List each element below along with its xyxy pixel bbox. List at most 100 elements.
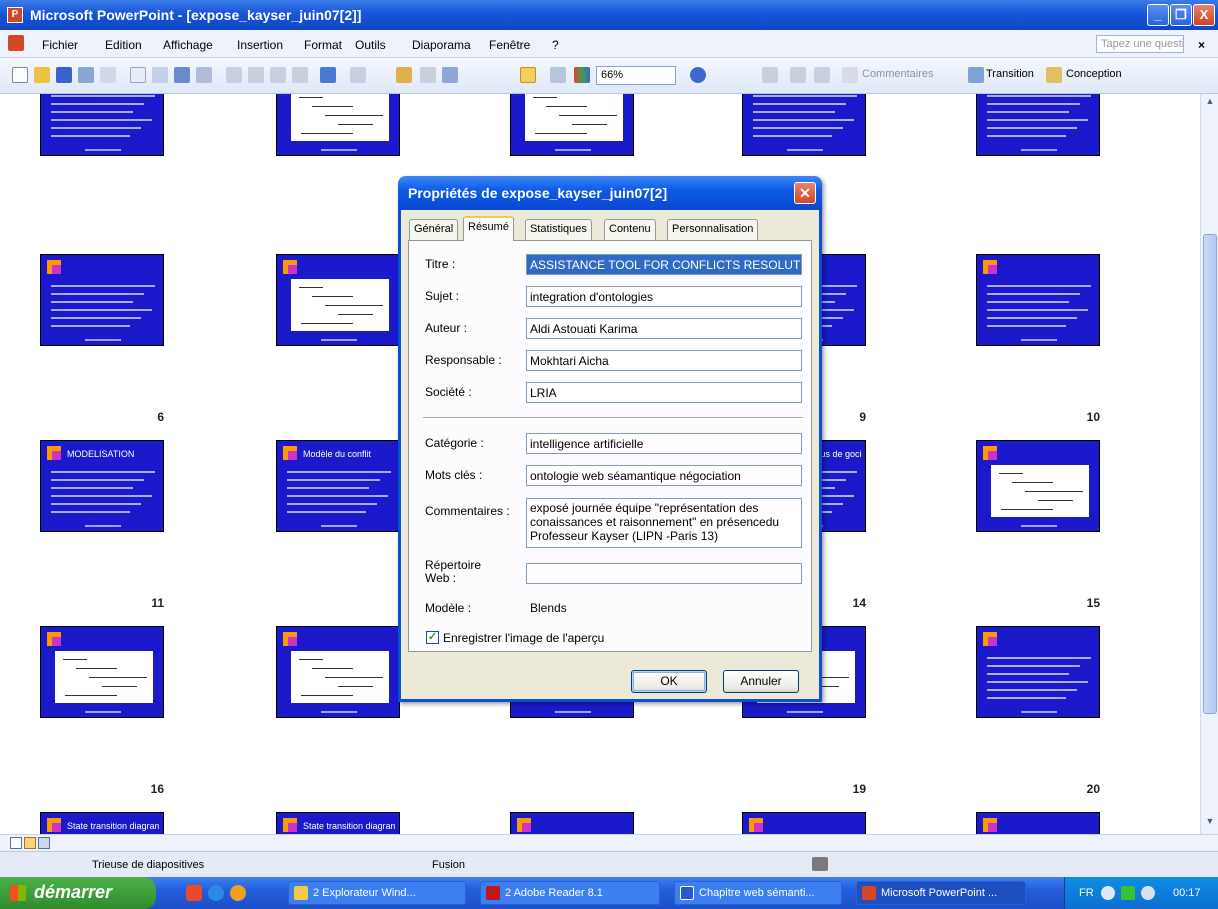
save-icon[interactable] — [56, 67, 72, 83]
color-grayscale-icon[interactable] — [574, 67, 590, 83]
insert-chart-icon[interactable] — [396, 67, 412, 83]
responsable-field[interactable]: Mokhtari Aicha — [526, 350, 802, 371]
redo-icon[interactable] — [350, 67, 366, 83]
research-icon[interactable] — [196, 67, 212, 83]
menu-outils[interactable]: Outils — [355, 38, 386, 52]
powerpoint-app-icon[interactable]: P — [7, 7, 23, 23]
task-adobe-reader[interactable]: 2 Adobe Reader 8.1 — [480, 881, 660, 905]
normal-view-icon[interactable] — [10, 837, 22, 849]
close-document-icon[interactable]: × — [1198, 38, 1205, 52]
quicklaunch-ie-icon[interactable] — [208, 885, 224, 901]
slide-thumbnail[interactable] — [276, 94, 400, 156]
motscles-field[interactable]: ontologie web séamantique négociation — [526, 465, 802, 486]
grayscale-icon[interactable] — [442, 67, 458, 83]
slide-thumbnail[interactable] — [510, 812, 634, 834]
transition-button[interactable]: Transition — [986, 68, 1034, 80]
categorie-field[interactable]: intelligence artificielle — [526, 433, 802, 454]
slide-thumbnail[interactable]: MODELISATION — [40, 440, 164, 532]
slide-thumbnail[interactable] — [976, 626, 1100, 718]
undo-icon[interactable] — [320, 67, 336, 83]
dialog-close-button[interactable]: ✕ — [794, 182, 816, 204]
email-icon[interactable] — [100, 67, 116, 83]
zoom-select[interactable]: 66% — [596, 66, 676, 85]
grid-icon[interactable] — [550, 67, 566, 83]
new-icon[interactable] — [12, 67, 28, 83]
menu-help[interactable]: ? — [552, 38, 559, 52]
quicklaunch-firefox-icon[interactable] — [230, 885, 246, 901]
paste-icon[interactable] — [270, 67, 286, 83]
comments-button[interactable]: Commentaires — [862, 68, 934, 80]
restore-button[interactable]: ❐ — [1170, 4, 1192, 26]
scroll-up-icon[interactable]: ▲ — [1203, 96, 1217, 110]
rehearse-timings-icon[interactable] — [790, 67, 806, 83]
print-preview-icon[interactable] — [152, 67, 168, 83]
commentaires-field[interactable]: exposé journée équipe "représentation de… — [526, 498, 802, 548]
menu-insertion[interactable]: Insertion — [237, 38, 283, 52]
menu-diaporama[interactable]: Diaporama — [412, 38, 471, 52]
menu-affichage[interactable]: Affichage — [163, 38, 213, 52]
insert-table-icon[interactable] — [420, 67, 436, 83]
auteur-field[interactable]: Aldi Astouati Karima — [526, 318, 802, 339]
start-button[interactable]: démarrer — [0, 877, 156, 909]
sujet-field[interactable]: integration d'ontologies — [526, 286, 802, 307]
task-explorer[interactable]: 2 Explorateur Wind... — [288, 881, 466, 905]
slide-thumbnail[interactable]: ontologiques — [742, 94, 866, 156]
tab-resume[interactable]: Résumé — [463, 216, 514, 241]
cancel-button[interactable]: Annuler — [723, 670, 799, 693]
scroll-thumb[interactable] — [1203, 234, 1217, 714]
help-icon[interactable] — [690, 67, 706, 83]
slide-thumbnail[interactable] — [742, 812, 866, 834]
slide-thumbnail[interactable]: Modèle du conflit — [276, 440, 400, 532]
slide-thumbnail[interactable] — [976, 440, 1100, 532]
ok-button[interactable]: OK — [631, 670, 707, 693]
language-indicator[interactable]: FR — [1079, 887, 1094, 899]
tab-personnalisation[interactable]: Personnalisation — [667, 219, 759, 240]
slide-thumbnail[interactable]: State transition diagram — [276, 812, 400, 834]
design-button[interactable]: Conception — [1066, 68, 1122, 80]
menu-fenetre[interactable]: Fenêtre — [489, 38, 530, 52]
menu-edition[interactable]: Edition — [105, 38, 142, 52]
summary-slide-icon[interactable] — [814, 67, 830, 83]
print-icon[interactable] — [130, 67, 146, 83]
minimize-button[interactable]: _ — [1147, 4, 1169, 26]
tab-contenu[interactable]: Contenu — [604, 219, 656, 240]
vertical-scrollbar[interactable]: ▲ ▼ — [1200, 94, 1218, 834]
quicklaunch-office-icon[interactable] — [186, 885, 202, 901]
security-icon[interactable] — [1121, 886, 1135, 900]
network-icon[interactable] — [1101, 886, 1115, 900]
comments-icon[interactable] — [842, 67, 858, 83]
slide-thumbnail[interactable] — [276, 254, 400, 346]
slide-thumbnail[interactable]: Reconciliation d'ontologies — [40, 94, 164, 156]
slide-thumbnail[interactable] — [40, 254, 164, 346]
titre-field[interactable]: ASSISTANCE TOOL FOR CONFLICTS RESOLUTION — [526, 254, 802, 275]
repertoire-field[interactable] — [526, 563, 802, 584]
question-input[interactable]: Tapez une question — [1096, 35, 1184, 53]
slide-thumbnail[interactable]: State transition diagram — [40, 812, 164, 834]
show-formatting-icon[interactable] — [520, 67, 536, 83]
slide-thumbnail[interactable]: ARCHITECTURE — [510, 94, 634, 156]
menu-format[interactable]: Format — [304, 38, 342, 52]
transition-icon[interactable] — [968, 67, 984, 83]
spelling-icon[interactable] — [174, 67, 190, 83]
tab-general[interactable]: Général — [409, 219, 459, 240]
slide-thumbnail[interactable] — [40, 626, 164, 718]
scroll-down-icon[interactable]: ▼ — [1203, 816, 1217, 830]
societe-field[interactable]: LRIA — [526, 382, 802, 403]
design-icon[interactable] — [1046, 67, 1062, 83]
save-preview-checkbox[interactable]: ✓ — [426, 631, 439, 644]
menu-fichier[interactable]: Fichier — [42, 38, 78, 52]
cut-icon[interactable] — [226, 67, 242, 83]
open-icon[interactable] — [34, 67, 50, 83]
volume-icon[interactable] — [1141, 886, 1155, 900]
slide-thumbnail[interactable] — [276, 626, 400, 718]
document-icon[interactable] — [8, 35, 24, 51]
slide-sorter-view-icon[interactable] — [24, 837, 36, 849]
slide-thumbnail[interactable] — [976, 94, 1100, 156]
tab-statistiques[interactable]: Statistiques — [525, 219, 592, 240]
task-powerpoint[interactable]: Microsoft PowerPoint ... — [856, 881, 1026, 905]
hide-slide-icon[interactable] — [762, 67, 778, 83]
slide-thumbnail[interactable] — [976, 812, 1100, 834]
slide-thumbnail[interactable] — [976, 254, 1100, 346]
copy-icon[interactable] — [248, 67, 264, 83]
permission-icon[interactable] — [78, 67, 94, 83]
